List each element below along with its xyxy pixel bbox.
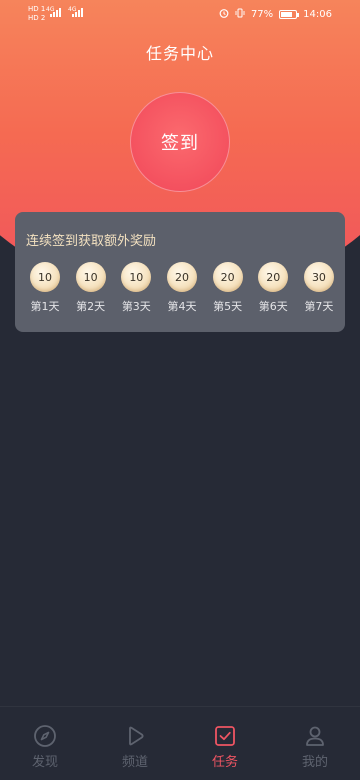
user-icon bbox=[306, 726, 324, 746]
reward-day-label: 第6天 bbox=[258, 300, 288, 313]
network-label-2: HD 2 bbox=[28, 14, 46, 22]
vibrate-icon bbox=[235, 8, 245, 21]
reward-card: 连续签到获取额外奖励 10 第1天 10 第2天 10 第3天 20 第4天 2… bbox=[15, 212, 345, 332]
reward-day: 20 第6天 bbox=[253, 262, 293, 314]
tab-channel[interactable]: 频道 bbox=[90, 707, 180, 780]
reward-coin: 20 bbox=[212, 262, 243, 292]
checkin-button[interactable]: 签到 bbox=[130, 92, 230, 192]
reward-day: 20 第4天 bbox=[162, 262, 202, 314]
reward-day-label: 第5天 bbox=[213, 300, 243, 313]
reward-coin: 10 bbox=[30, 262, 60, 292]
alarm-icon bbox=[219, 8, 229, 21]
battery-icon bbox=[279, 10, 300, 19]
reward-day-label: 第2天 bbox=[76, 300, 106, 313]
checkin-button-label: 签到 bbox=[161, 133, 199, 154]
reward-coin: 10 bbox=[75, 262, 106, 292]
reward-day: 30 第7天 bbox=[299, 262, 339, 314]
reward-days: 10 第1天 10 第2天 10 第3天 20 第4天 20 第5天 20 第6… bbox=[25, 262, 339, 314]
battery-percent: 77% bbox=[250, 9, 274, 20]
signal-icon-2 bbox=[72, 8, 83, 17]
compass-icon bbox=[34, 725, 56, 747]
bottom-tab-bar: 发现 频道 任务 我的 bbox=[0, 706, 360, 780]
tab-mine-label: 我的 bbox=[301, 755, 328, 770]
reward-day-label: 第4天 bbox=[167, 300, 197, 313]
task-check-icon bbox=[215, 726, 235, 746]
signal-icon bbox=[50, 8, 61, 17]
page-title: 任务中心 bbox=[145, 44, 214, 63]
reward-coin: 20 bbox=[258, 262, 289, 292]
reward-day: 10 第1天 bbox=[25, 262, 65, 314]
reward-coin: 30 bbox=[303, 262, 334, 292]
reward-day: 20 第5天 bbox=[208, 262, 248, 314]
tab-mine[interactable]: 我的 bbox=[270, 707, 360, 780]
reward-card-title: 连续签到获取额外奖励 bbox=[26, 234, 157, 249]
status-bar: HD 1 HD 2 4G 4G 77% 14:06 bbox=[0, 0, 360, 26]
tab-discover-label: 发现 bbox=[31, 755, 58, 770]
reward-day: 10 第3天 bbox=[116, 262, 156, 314]
play-icon bbox=[129, 726, 144, 746]
tab-channel-label: 频道 bbox=[121, 755, 148, 770]
tab-tasks[interactable]: 任务 bbox=[180, 707, 270, 780]
network-label-1: HD 1 bbox=[28, 5, 46, 13]
reward-day-label: 第3天 bbox=[121, 300, 151, 313]
reward-coin: 20 bbox=[166, 262, 197, 292]
tab-discover[interactable]: 发现 bbox=[0, 707, 90, 780]
network-indicators: HD 1 HD 2 bbox=[28, 6, 45, 22]
reward-day: 10 第2天 bbox=[71, 262, 111, 314]
reward-coin: 10 bbox=[121, 262, 152, 292]
clock: 14:06 bbox=[303, 9, 332, 20]
tab-tasks-label: 任务 bbox=[211, 755, 238, 770]
reward-day-label: 第1天 bbox=[30, 300, 60, 313]
reward-day-label: 第7天 bbox=[304, 300, 334, 313]
